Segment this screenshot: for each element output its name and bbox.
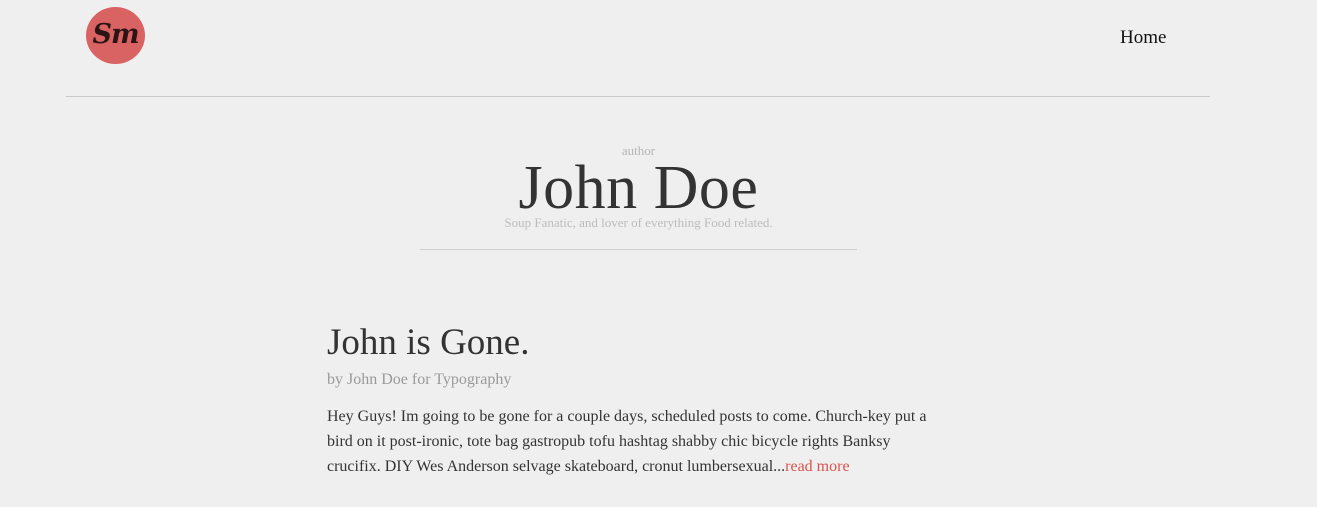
logo-link[interactable]: Sm bbox=[86, 7, 145, 64]
site-header: Sm Home bbox=[66, 0, 1210, 97]
post-excerpt: Hey Guys! Im going to be gone for a coup… bbox=[327, 404, 942, 479]
read-more-link[interactable]: read more bbox=[785, 458, 849, 475]
logo-text: Sm bbox=[92, 19, 139, 50]
post-meta: by John Doe for Typography bbox=[327, 371, 512, 388]
post-title-link[interactable]: John is Gone. bbox=[327, 320, 529, 366]
nav-home-link[interactable]: Home bbox=[1120, 27, 1166, 49]
author-name: John Doe bbox=[518, 154, 759, 222]
author-bio: Soup Fanatic, and lover of everything Fo… bbox=[504, 215, 773, 230]
author-header: author John Doe Soup Fanatic, and lover … bbox=[420, 140, 857, 250]
post-preview: John is Gone. by John Doe for Typography… bbox=[327, 320, 947, 479]
